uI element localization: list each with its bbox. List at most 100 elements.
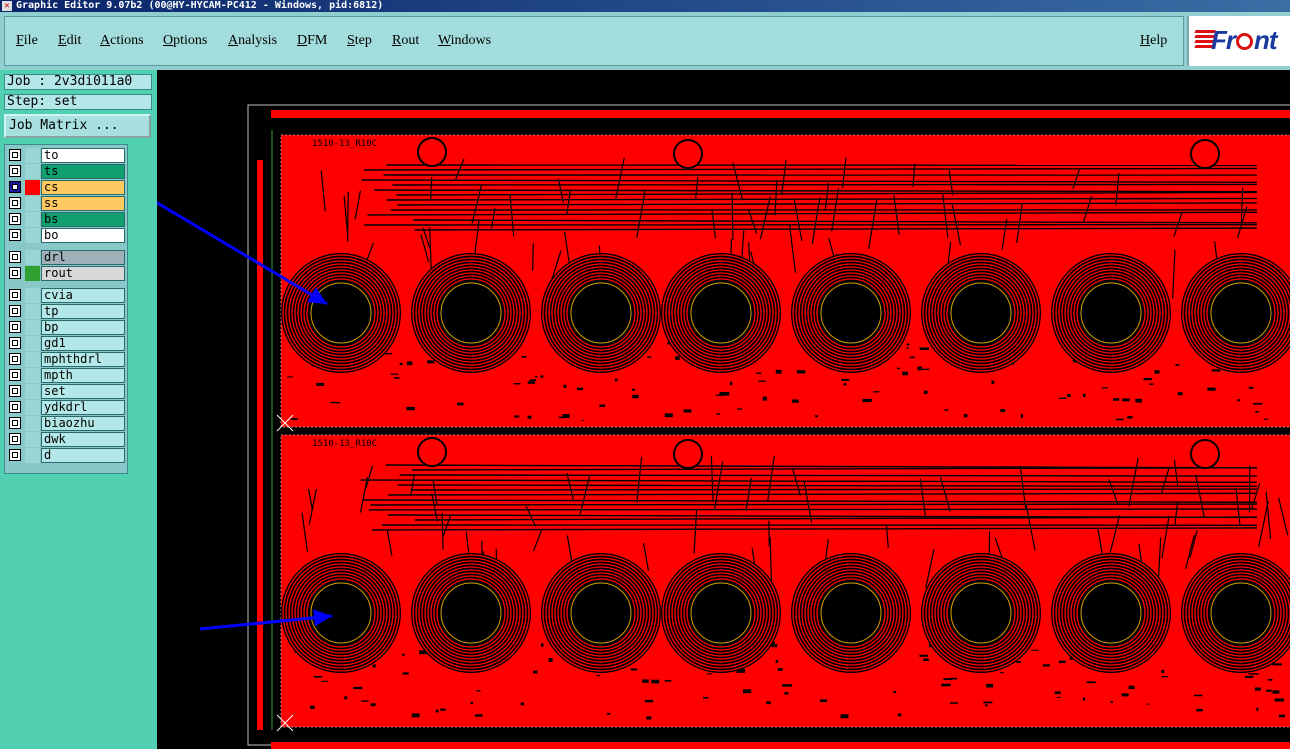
job-matrix-button[interactable]: Job Matrix ... (4, 114, 151, 138)
layer-color-swatch[interactable] (25, 448, 40, 463)
layer-name[interactable]: to (41, 148, 125, 163)
layer-color-swatch[interactable] (25, 336, 40, 351)
layer-row-bo[interactable]: bo (7, 228, 126, 243)
layer-name[interactable]: bo (41, 228, 125, 243)
layer-row-ydkdrl[interactable]: ydkdrl (7, 400, 126, 415)
menu-options[interactable]: Options (163, 33, 207, 49)
layer-checkbox[interactable] (9, 149, 21, 161)
layer-checkbox[interactable] (9, 213, 21, 225)
layer-checkbox[interactable] (9, 229, 21, 241)
layer-name[interactable]: dwk (41, 432, 125, 447)
layer-row-ts[interactable]: ts (7, 164, 126, 179)
layer-color-swatch[interactable] (25, 164, 40, 179)
layer-row-bp[interactable]: bp (7, 320, 126, 335)
layer-name[interactable]: mpth (41, 368, 125, 383)
app-close-icon[interactable]: ✕ (2, 1, 12, 11)
layer-row-mpth[interactable]: mpth (7, 368, 126, 383)
component-pad-gap (576, 387, 584, 391)
layer-checkbox[interactable] (9, 385, 21, 397)
layer-checkbox[interactable] (9, 197, 21, 209)
layer-color-swatch[interactable] (25, 368, 40, 383)
layer-color-swatch[interactable] (25, 320, 40, 335)
layer-name[interactable]: mphthdrl (41, 352, 125, 367)
component-pad-gap (819, 699, 828, 702)
layer-color-swatch[interactable] (25, 196, 40, 211)
component-pad-gap (411, 713, 420, 718)
layer-row-to[interactable]: to (7, 148, 126, 163)
layer-color-swatch[interactable] (25, 250, 40, 265)
layer-row-d[interactable]: d (7, 448, 126, 463)
layer-checkbox[interactable] (9, 251, 21, 263)
layer-checkbox[interactable] (9, 449, 21, 461)
graphics-canvas[interactable]: 1510-13_R10C 1510-13_R10C (157, 70, 1290, 749)
layer-color-swatch[interactable] (25, 304, 40, 319)
layer-row-drl[interactable]: drl (7, 250, 126, 265)
layer-row-dwk[interactable]: dwk (7, 432, 126, 447)
layer-row-tp[interactable]: tp (7, 304, 126, 319)
layer-checkbox[interactable] (9, 417, 21, 429)
menu-analysis[interactable]: Analysis (228, 33, 277, 49)
layer-name[interactable]: drl (41, 250, 125, 265)
layer-name[interactable]: cvia (41, 288, 125, 303)
layer-row-bs[interactable]: bs (7, 212, 126, 227)
layer-name[interactable]: cs (41, 180, 125, 195)
layer-name[interactable]: biaozhu (41, 416, 125, 431)
layer-checkbox[interactable] (9, 165, 21, 177)
layer-checkbox[interactable] (9, 267, 21, 279)
layer-color-swatch[interactable] (25, 266, 40, 281)
trace-gap (532, 243, 534, 271)
component-pad-gap (1143, 377, 1152, 381)
menu-file[interactable]: File (16, 33, 38, 49)
layer-row-rout[interactable]: rout (7, 266, 126, 281)
layer-name[interactable]: tp (41, 304, 125, 319)
layer-color-swatch[interactable] (25, 416, 40, 431)
layer-color-swatch[interactable] (25, 228, 40, 243)
pcb-view[interactable]: 1510-13_R10C 1510-13_R10C (157, 70, 1290, 749)
component-pad-gap (843, 383, 847, 386)
layer-name[interactable]: ts (41, 164, 125, 179)
menu-edit[interactable]: Edit (58, 33, 81, 49)
layer-checkbox[interactable] (9, 401, 21, 413)
menu-step[interactable]: Step (347, 33, 372, 49)
layer-name[interactable]: d (41, 448, 125, 463)
layer-color-swatch[interactable] (25, 352, 40, 367)
layer-color-swatch[interactable] (25, 288, 40, 303)
layer-checkbox[interactable] (9, 305, 21, 317)
layer-color-swatch[interactable] (25, 432, 40, 447)
component-pad-gap (815, 415, 818, 418)
layer-checkbox[interactable] (9, 353, 21, 365)
layer-color-swatch[interactable] (25, 148, 40, 163)
layer-name[interactable]: set (41, 384, 125, 399)
layer-checkbox[interactable] (9, 369, 21, 381)
layer-checkbox[interactable] (9, 433, 21, 445)
layer-checkbox[interactable] (9, 289, 21, 301)
menu-actions[interactable]: Actions (100, 33, 144, 49)
layer-color-swatch[interactable] (25, 180, 40, 195)
menu-windows[interactable]: Windows (438, 33, 491, 49)
layer-name[interactable]: rout (41, 266, 125, 281)
component-pad-gap (664, 680, 672, 682)
layer-row-mphthdrl[interactable]: mphthdrl (7, 352, 126, 367)
layer-checkbox[interactable] (9, 321, 21, 333)
layer-checkbox[interactable] (9, 181, 21, 193)
layer-row-set[interactable]: set (7, 384, 126, 399)
layer-color-swatch[interactable] (25, 212, 40, 227)
layer-checkbox[interactable] (9, 337, 21, 349)
layer-row-cvia[interactable]: cvia (7, 288, 126, 303)
menu-rout[interactable]: Rout (392, 33, 419, 49)
layer-color-swatch[interactable] (25, 400, 40, 415)
menu-help[interactable]: Help (1140, 33, 1167, 49)
layer-row-cs[interactable]: cs (7, 180, 126, 195)
layer-name[interactable]: bs (41, 212, 125, 227)
layer-row-gd1[interactable]: gd1 (7, 336, 126, 351)
component-pad-gap (986, 683, 994, 688)
layer-row-biaozhu[interactable]: biaozhu (7, 416, 126, 431)
layer-name[interactable]: ss (41, 196, 125, 211)
layer-name[interactable]: gd1 (41, 336, 125, 351)
layer-color-swatch[interactable] (25, 384, 40, 399)
layer-name[interactable]: ydkdrl (41, 400, 125, 415)
layer-name[interactable]: bp (41, 320, 125, 335)
component-pad-gap (344, 696, 348, 700)
layer-row-ss[interactable]: ss (7, 196, 126, 211)
menu-dfm[interactable]: DFM (297, 33, 327, 49)
